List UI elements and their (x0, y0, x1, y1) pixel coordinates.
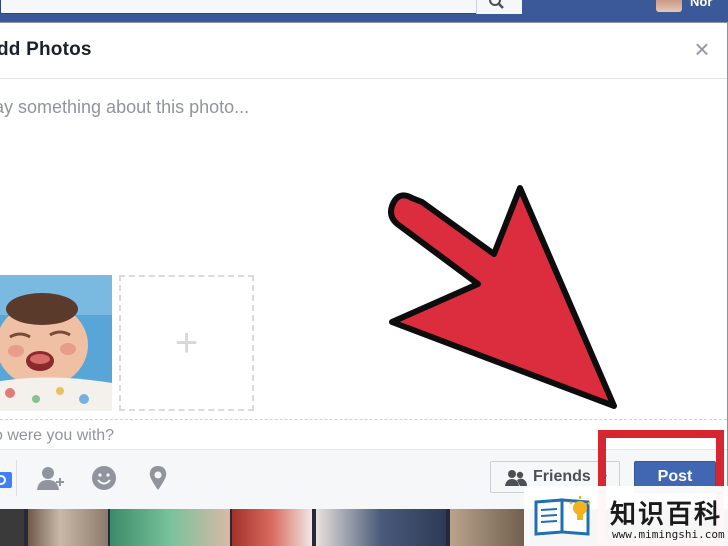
dialog-title: dd Photos (0, 39, 92, 60)
watermark-url: www.mimingshi.com (612, 528, 725, 541)
dialog-header: dd Photos × (0, 23, 727, 79)
top-search-button[interactable] (476, 0, 522, 14)
location-icon[interactable] (142, 462, 174, 494)
plus-icon: + (174, 321, 199, 365)
separator (16, 460, 17, 496)
search-icon (489, 0, 504, 9)
top-search-input[interactable] (0, 0, 522, 14)
watermark-title: 知识百科 (610, 499, 723, 529)
book-lightbulb-icon (534, 496, 591, 536)
baby-photo (0, 275, 112, 411)
tag-friend-icon[interactable] (34, 462, 66, 494)
tag-people-input[interactable]: o were you with? (0, 427, 114, 445)
close-icon[interactable]: × (690, 36, 714, 62)
uploaded-photo-thumbnail[interactable] (0, 275, 112, 411)
feeling-icon[interactable] (88, 462, 120, 494)
friends-icon (505, 470, 527, 486)
add-more-photos-button[interactable]: + (119, 275, 254, 411)
audience-label: Friends (533, 468, 591, 485)
pointer-arrow-annotation (388, 185, 617, 409)
facebook-top-bar: Nor (0, 0, 728, 24)
watermark: 知识百科 www.mimingshi.com (524, 486, 728, 546)
post-text-input[interactable]: ay something about this photo... (0, 97, 249, 118)
profile-name[interactable]: Nor (690, 0, 712, 9)
profile-avatar[interactable] (656, 0, 682, 12)
